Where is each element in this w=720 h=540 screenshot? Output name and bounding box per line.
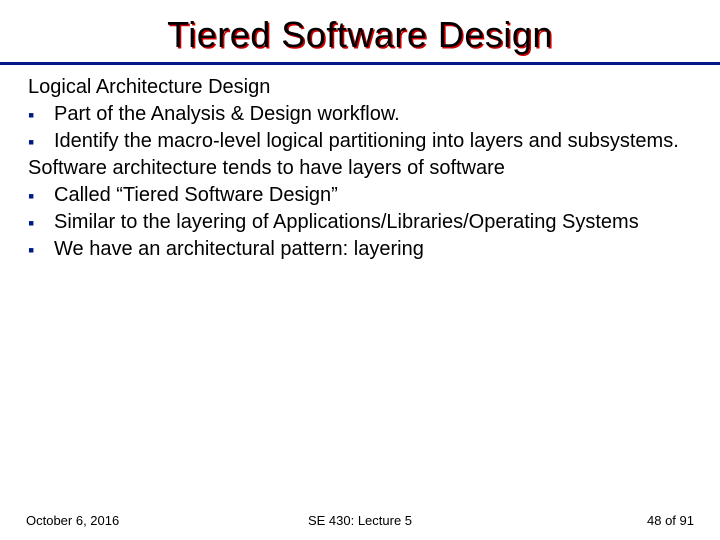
slide-title: Tiered Software Design [0, 14, 720, 62]
footer-course: SE 430: Lecture 5 [26, 513, 694, 528]
bullet-text: Similar to the layering of Applications/… [54, 210, 692, 235]
footer-page: 48 of 91 [647, 513, 694, 528]
bullet-text: Identify the macro-level logical partiti… [54, 129, 692, 154]
bullet-item: ▪ We have an architectural pattern: laye… [28, 237, 692, 262]
bullet-item: ▪ Identify the macro-level logical parti… [28, 129, 692, 154]
bullet-text: Called “Tiered Software Design” [54, 183, 692, 208]
bullet-text: Part of the Analysis & Design workflow. [54, 102, 692, 127]
slide: Tiered Software Design Logical Architect… [0, 0, 720, 540]
footer-date: October 6, 2016 [26, 513, 119, 528]
section-label: Logical Architecture Design [28, 75, 692, 100]
bullet-icon: ▪ [28, 210, 54, 235]
bullet-item: ▪ Similar to the layering of Application… [28, 210, 692, 235]
bullet-text: We have an architectural pattern: layeri… [54, 237, 692, 262]
section-label: Software architecture tends to have laye… [28, 156, 692, 181]
bullet-item: ▪ Called “Tiered Software Design” [28, 183, 692, 208]
slide-content: Logical Architecture Design ▪ Part of th… [0, 65, 720, 262]
bullet-icon: ▪ [28, 102, 54, 127]
bullet-icon: ▪ [28, 129, 54, 154]
slide-footer: October 6, 2016 SE 430: Lecture 5 48 of … [0, 513, 720, 528]
bullet-icon: ▪ [28, 237, 54, 262]
bullet-icon: ▪ [28, 183, 54, 208]
bullet-item: ▪ Part of the Analysis & Design workflow… [28, 102, 692, 127]
